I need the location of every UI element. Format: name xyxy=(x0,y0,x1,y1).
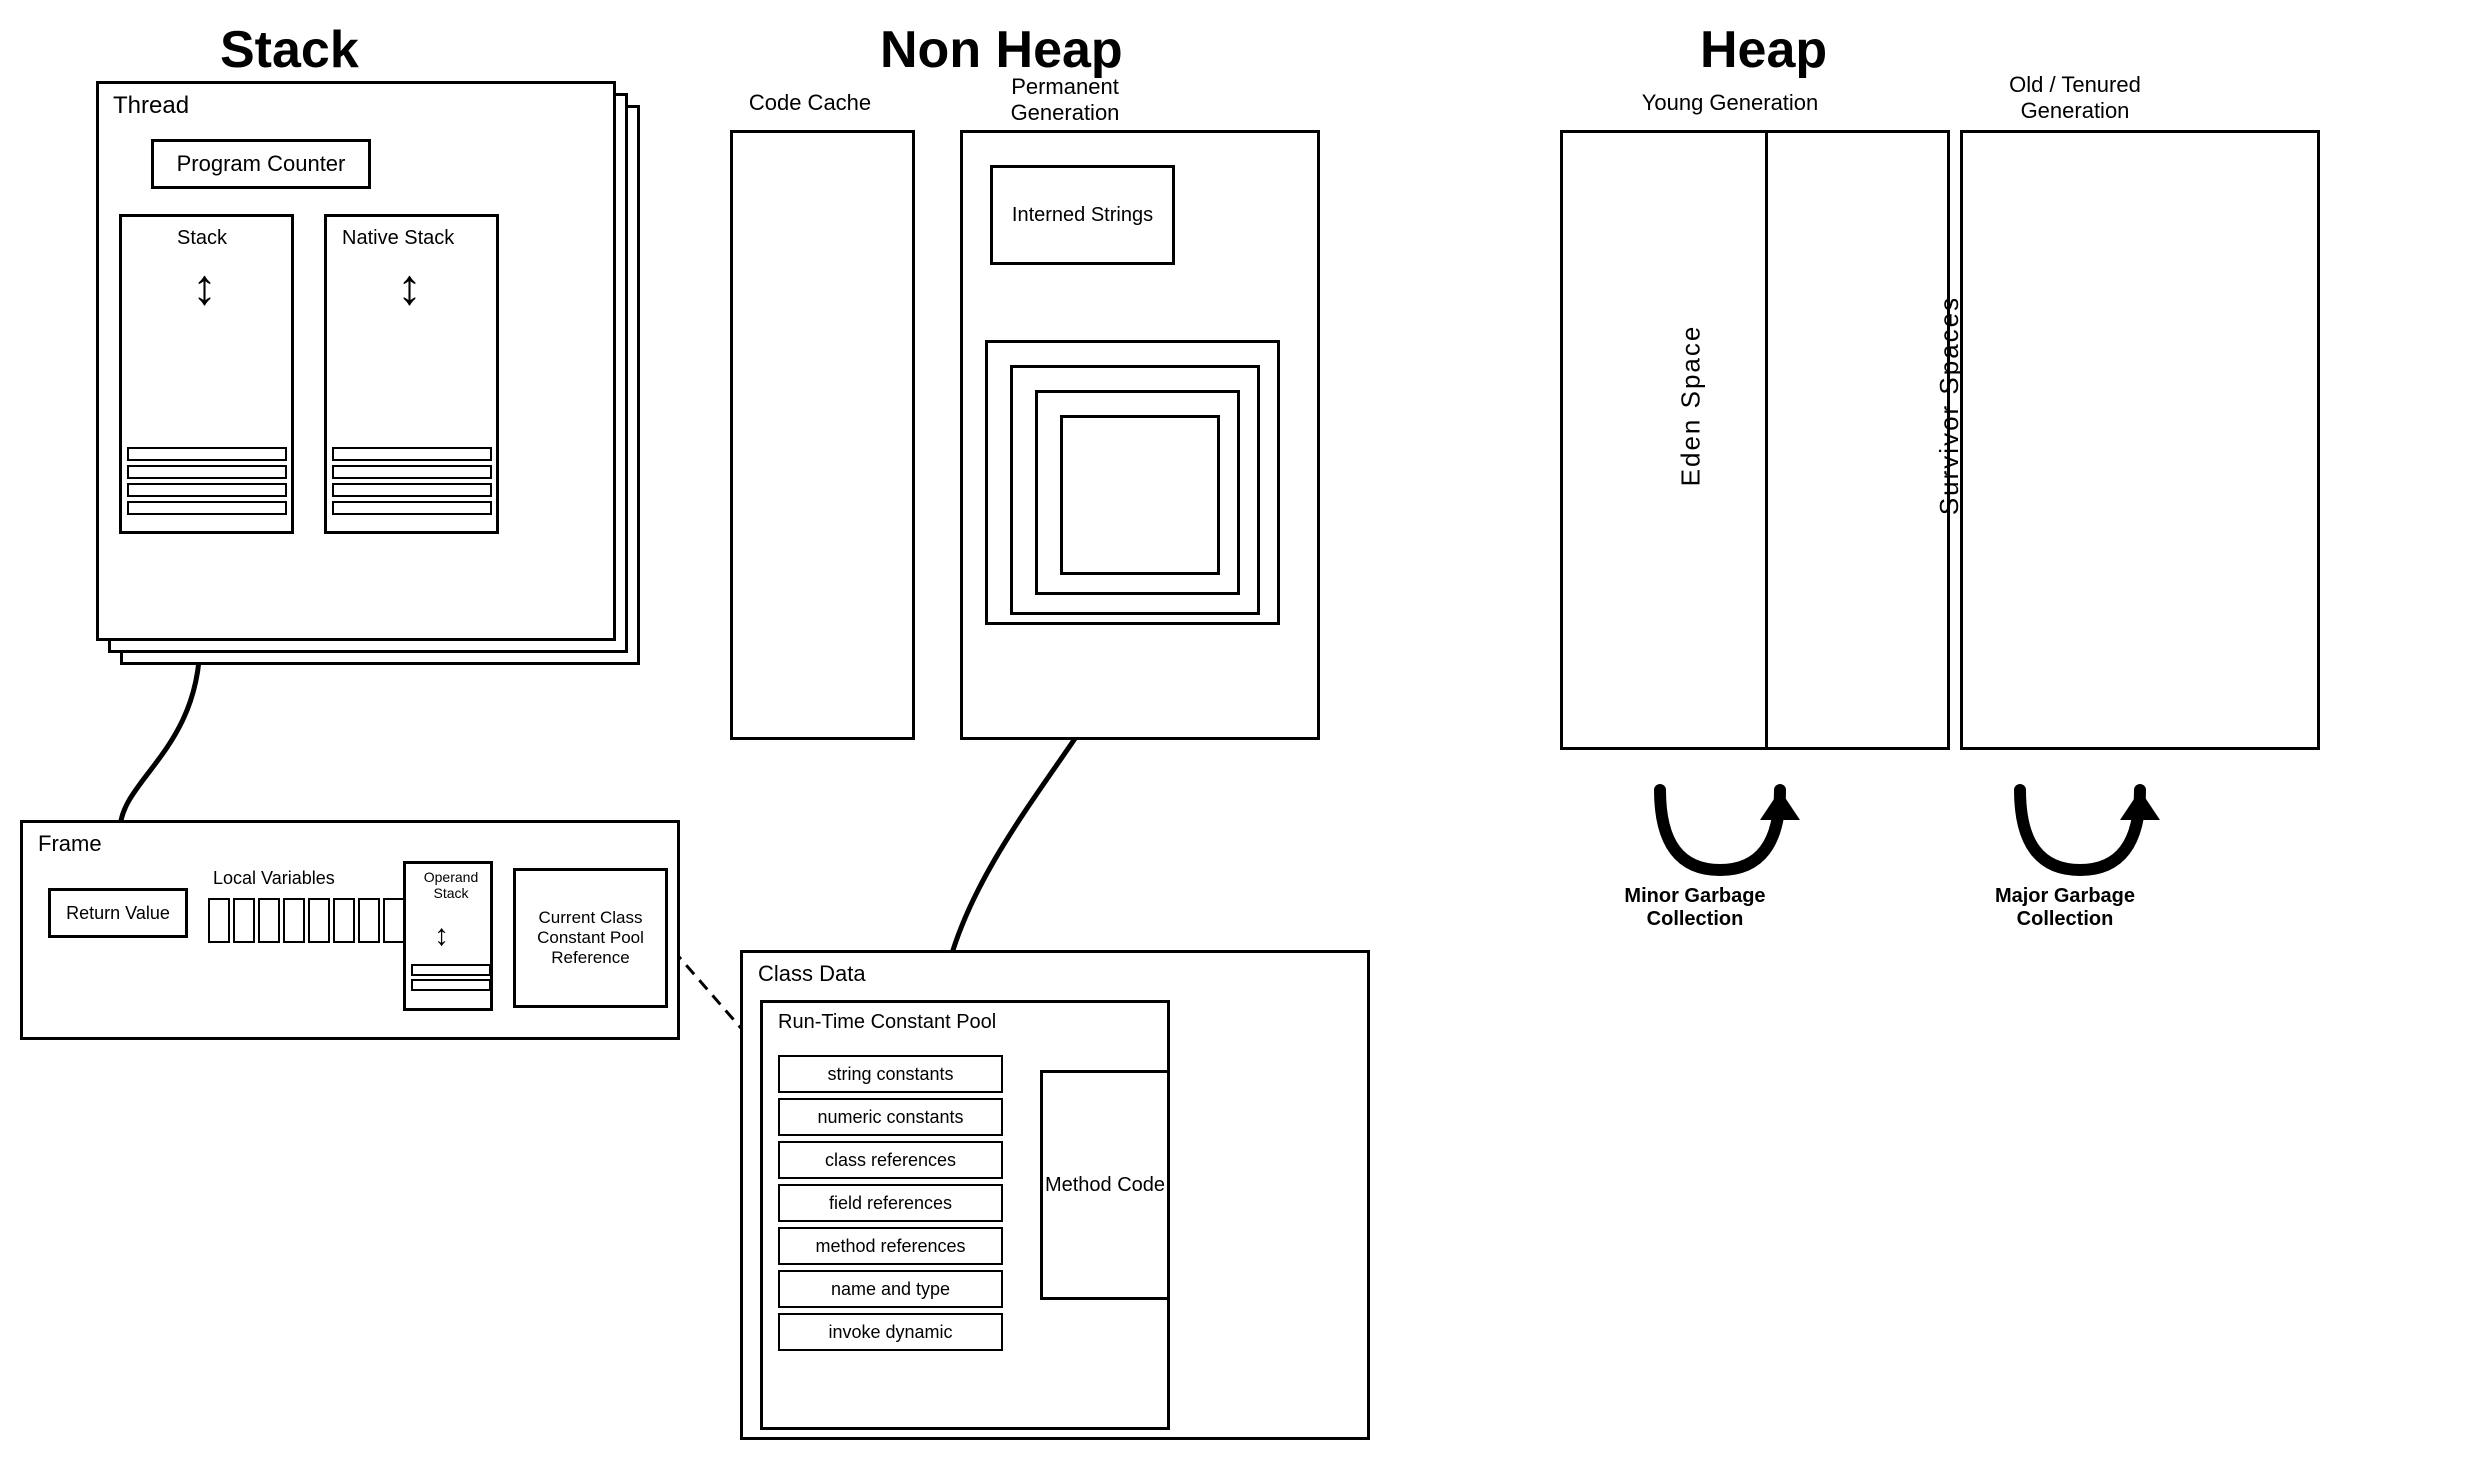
return-value-box: Return Value xyxy=(48,888,188,938)
stack-sub-arrow: ↕ xyxy=(192,262,217,312)
operand-arrow: ↕ xyxy=(434,919,449,953)
pool-item-4: method references xyxy=(778,1227,1003,1265)
eden-survivor-divider xyxy=(1765,130,1768,750)
local-variables-grid xyxy=(208,898,430,943)
young-gen-label: Young Generation xyxy=(1620,90,1840,116)
section-title-nonheap: Non Heap xyxy=(880,20,1123,80)
method-area-box-1 xyxy=(1060,415,1220,575)
eden-space-label: Eden Space xyxy=(1675,325,1706,487)
native-stack-sub-arrow: ↕ xyxy=(397,262,422,312)
code-cache-label: Code Cache xyxy=(735,90,885,116)
section-title-stack: Stack xyxy=(220,20,359,80)
stack-sub-label: Stack xyxy=(177,227,227,250)
frame-box: Frame Return Value Local Variables Opera… xyxy=(20,820,680,1040)
local-variables-label: Local Variables xyxy=(213,868,335,889)
permanent-gen-label: Permanent Generation xyxy=(965,74,1165,126)
major-gc-label: Major Garbage Collection xyxy=(1985,885,2145,931)
program-counter-box: Program Counter xyxy=(151,139,371,189)
operand-stack-box: Operand Stack ↕ xyxy=(403,861,493,1011)
pool-item-3: field references xyxy=(778,1184,1003,1222)
pool-item-6: invoke dynamic xyxy=(778,1313,1003,1351)
young-gen-box xyxy=(1560,130,1950,750)
native-stack-sub-box: Native Stack ↕ xyxy=(324,214,499,534)
method-code-box: Method Code xyxy=(1040,1070,1170,1300)
interned-strings-box: Interned Strings xyxy=(990,165,1175,265)
pool-item-0: string constants xyxy=(778,1055,1003,1093)
class-data-label: Class Data xyxy=(758,961,866,987)
pool-item-5: name and type xyxy=(778,1270,1003,1308)
runtime-pool-label: Run-Time Constant Pool xyxy=(778,1011,996,1034)
operand-stack-label: Operand Stack xyxy=(411,869,491,901)
frame-label: Frame xyxy=(38,831,102,857)
native-stack-sub-label: Native Stack xyxy=(342,227,454,250)
current-class-box: Current Class Constant Pool Reference xyxy=(513,868,668,1008)
stack-sub-box: Stack ↕ xyxy=(119,214,294,534)
thread-box-main: Thread Program Counter Stack ↕ Native St… xyxy=(96,81,616,641)
code-cache-box xyxy=(730,130,915,740)
thread-label: Thread xyxy=(113,92,189,120)
old-gen-box xyxy=(1960,130,2320,750)
section-title-heap: Heap xyxy=(1700,20,1827,80)
minor-gc-label: Minor Garbage Collection xyxy=(1615,885,1775,931)
pool-item-2: class references xyxy=(778,1141,1003,1179)
pool-item-1: numeric constants xyxy=(778,1098,1003,1136)
old-gen-label: Old / Tenured Generation xyxy=(1965,72,2185,124)
